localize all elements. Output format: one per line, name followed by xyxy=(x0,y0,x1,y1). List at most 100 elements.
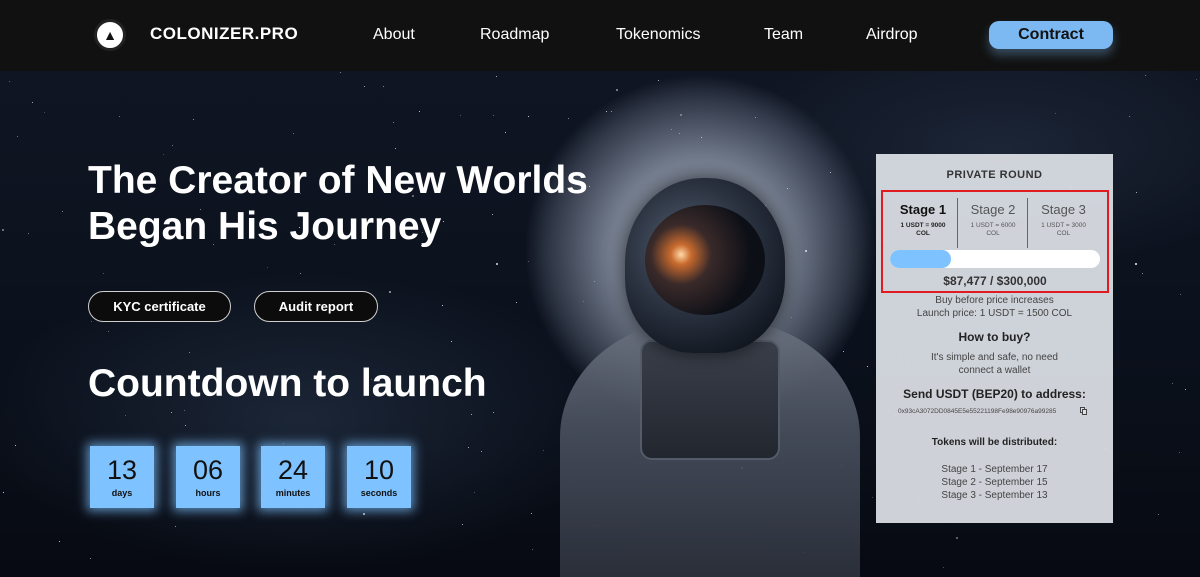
star xyxy=(787,188,788,189)
star xyxy=(163,154,164,155)
hero-title-line2: Began His Journey xyxy=(88,205,442,248)
panel-title: PRIVATE ROUND xyxy=(946,169,1043,181)
star xyxy=(493,412,494,413)
star xyxy=(1135,263,1137,265)
logo-text[interactable]: COLONIZER.PRO xyxy=(150,24,298,44)
star xyxy=(1158,514,1159,515)
star xyxy=(267,267,268,268)
nav-roadmap[interactable]: Roadmap xyxy=(480,26,549,44)
progress-bar xyxy=(890,250,1100,268)
countdown-value: 24 xyxy=(277,455,309,485)
nav-tokenomics[interactable]: Tokenomics xyxy=(616,26,700,44)
star xyxy=(119,116,120,117)
wallet-address[interactable]: 0x93cA3072DD0845E5e55221198Fe98e90976a99… xyxy=(898,408,1093,415)
simple-line-1: It's simple and safe, no need xyxy=(931,352,1058,363)
rocket-logo-icon[interactable]: ▲ xyxy=(94,19,126,51)
stage-price: 1 USDT = 9000 COL xyxy=(900,222,946,237)
star xyxy=(28,233,29,234)
contract-button[interactable]: Contract xyxy=(989,21,1113,49)
star xyxy=(364,86,365,87)
star xyxy=(171,412,172,413)
star xyxy=(516,302,517,303)
star xyxy=(1180,294,1181,295)
distributed-heading: Tokens will be distributed: xyxy=(931,437,1058,448)
nav-about[interactable]: About xyxy=(373,26,415,44)
star xyxy=(103,273,104,274)
star xyxy=(943,567,944,568)
simple-line-2: connect a wallet xyxy=(958,365,1031,376)
countdown-hours: 06 hours xyxy=(176,446,240,508)
star xyxy=(62,211,63,212)
star xyxy=(468,447,469,448)
countdown-unit: days xyxy=(111,488,133,498)
star xyxy=(1136,192,1137,193)
star xyxy=(481,451,482,452)
star xyxy=(532,549,533,550)
star xyxy=(956,537,958,539)
star xyxy=(283,443,284,444)
audit-report-button[interactable]: Audit report xyxy=(254,291,378,322)
star xyxy=(59,541,60,542)
star xyxy=(805,250,807,252)
star xyxy=(44,112,45,113)
star xyxy=(340,72,341,73)
distribution-stage-3: Stage 3 - September 13 xyxy=(941,490,1048,501)
send-address-heading: Send USDT (BEP20) to address: xyxy=(903,387,1086,401)
star xyxy=(493,115,494,116)
star xyxy=(830,172,831,173)
how-to-buy-heading: How to buy? xyxy=(958,330,1031,344)
star xyxy=(451,341,452,342)
countdown-unit: minutes xyxy=(275,488,311,498)
star xyxy=(90,558,91,559)
stage-price: 1 USDT = 3000 COL xyxy=(1041,222,1086,237)
stage-name: Stage 1 xyxy=(899,202,947,217)
star xyxy=(3,492,4,493)
star xyxy=(680,114,682,116)
distribution-stage-1: Stage 1 - September 17 xyxy=(941,464,1048,475)
star xyxy=(1179,452,1180,453)
star xyxy=(15,445,16,446)
star xyxy=(701,137,702,138)
countdown-unit: hours xyxy=(195,488,221,498)
star xyxy=(395,148,396,149)
star xyxy=(185,425,186,426)
star xyxy=(389,291,391,293)
star xyxy=(606,111,607,112)
stage-3-tab[interactable]: Stage 3 1 USDT = 3000 COL xyxy=(1029,198,1098,248)
nav-team[interactable]: Team xyxy=(764,26,803,44)
star xyxy=(471,414,472,415)
star xyxy=(543,450,544,451)
stage-name: Stage 2 xyxy=(970,202,1016,217)
star xyxy=(193,119,194,120)
star xyxy=(419,111,420,112)
star xyxy=(293,133,294,134)
star xyxy=(496,263,498,265)
star xyxy=(1142,273,1143,274)
star xyxy=(474,492,475,493)
stage-selector: Stage 1 1 USDT = 9000 COL Stage 2 1 USDT… xyxy=(881,190,1109,293)
star xyxy=(594,281,595,282)
star xyxy=(583,301,584,302)
star xyxy=(496,76,497,77)
stage-1-tab[interactable]: Stage 1 1 USDT = 9000 COL xyxy=(889,198,958,248)
star xyxy=(528,261,529,262)
nav-airdrop[interactable]: Airdrop xyxy=(866,26,918,44)
star xyxy=(872,497,873,498)
star xyxy=(1196,79,1197,80)
kyc-certificate-button[interactable]: KYC certificate xyxy=(88,291,231,322)
copy-icon[interactable] xyxy=(1080,407,1088,416)
star xyxy=(460,115,461,116)
star xyxy=(172,145,173,146)
star xyxy=(9,81,10,82)
star xyxy=(755,117,756,118)
astronaut-chest-pack xyxy=(640,340,780,460)
star xyxy=(658,80,659,81)
star xyxy=(528,116,529,117)
star xyxy=(184,410,185,411)
stage-name: Stage 3 xyxy=(1041,202,1086,217)
countdown-value: 10 xyxy=(363,455,395,485)
hero-title-line1: The Creator of New Worlds xyxy=(88,159,588,202)
star xyxy=(91,321,92,322)
star xyxy=(1185,389,1186,390)
stage-2-tab[interactable]: Stage 2 1 USDT = 6000 COL xyxy=(959,198,1028,248)
